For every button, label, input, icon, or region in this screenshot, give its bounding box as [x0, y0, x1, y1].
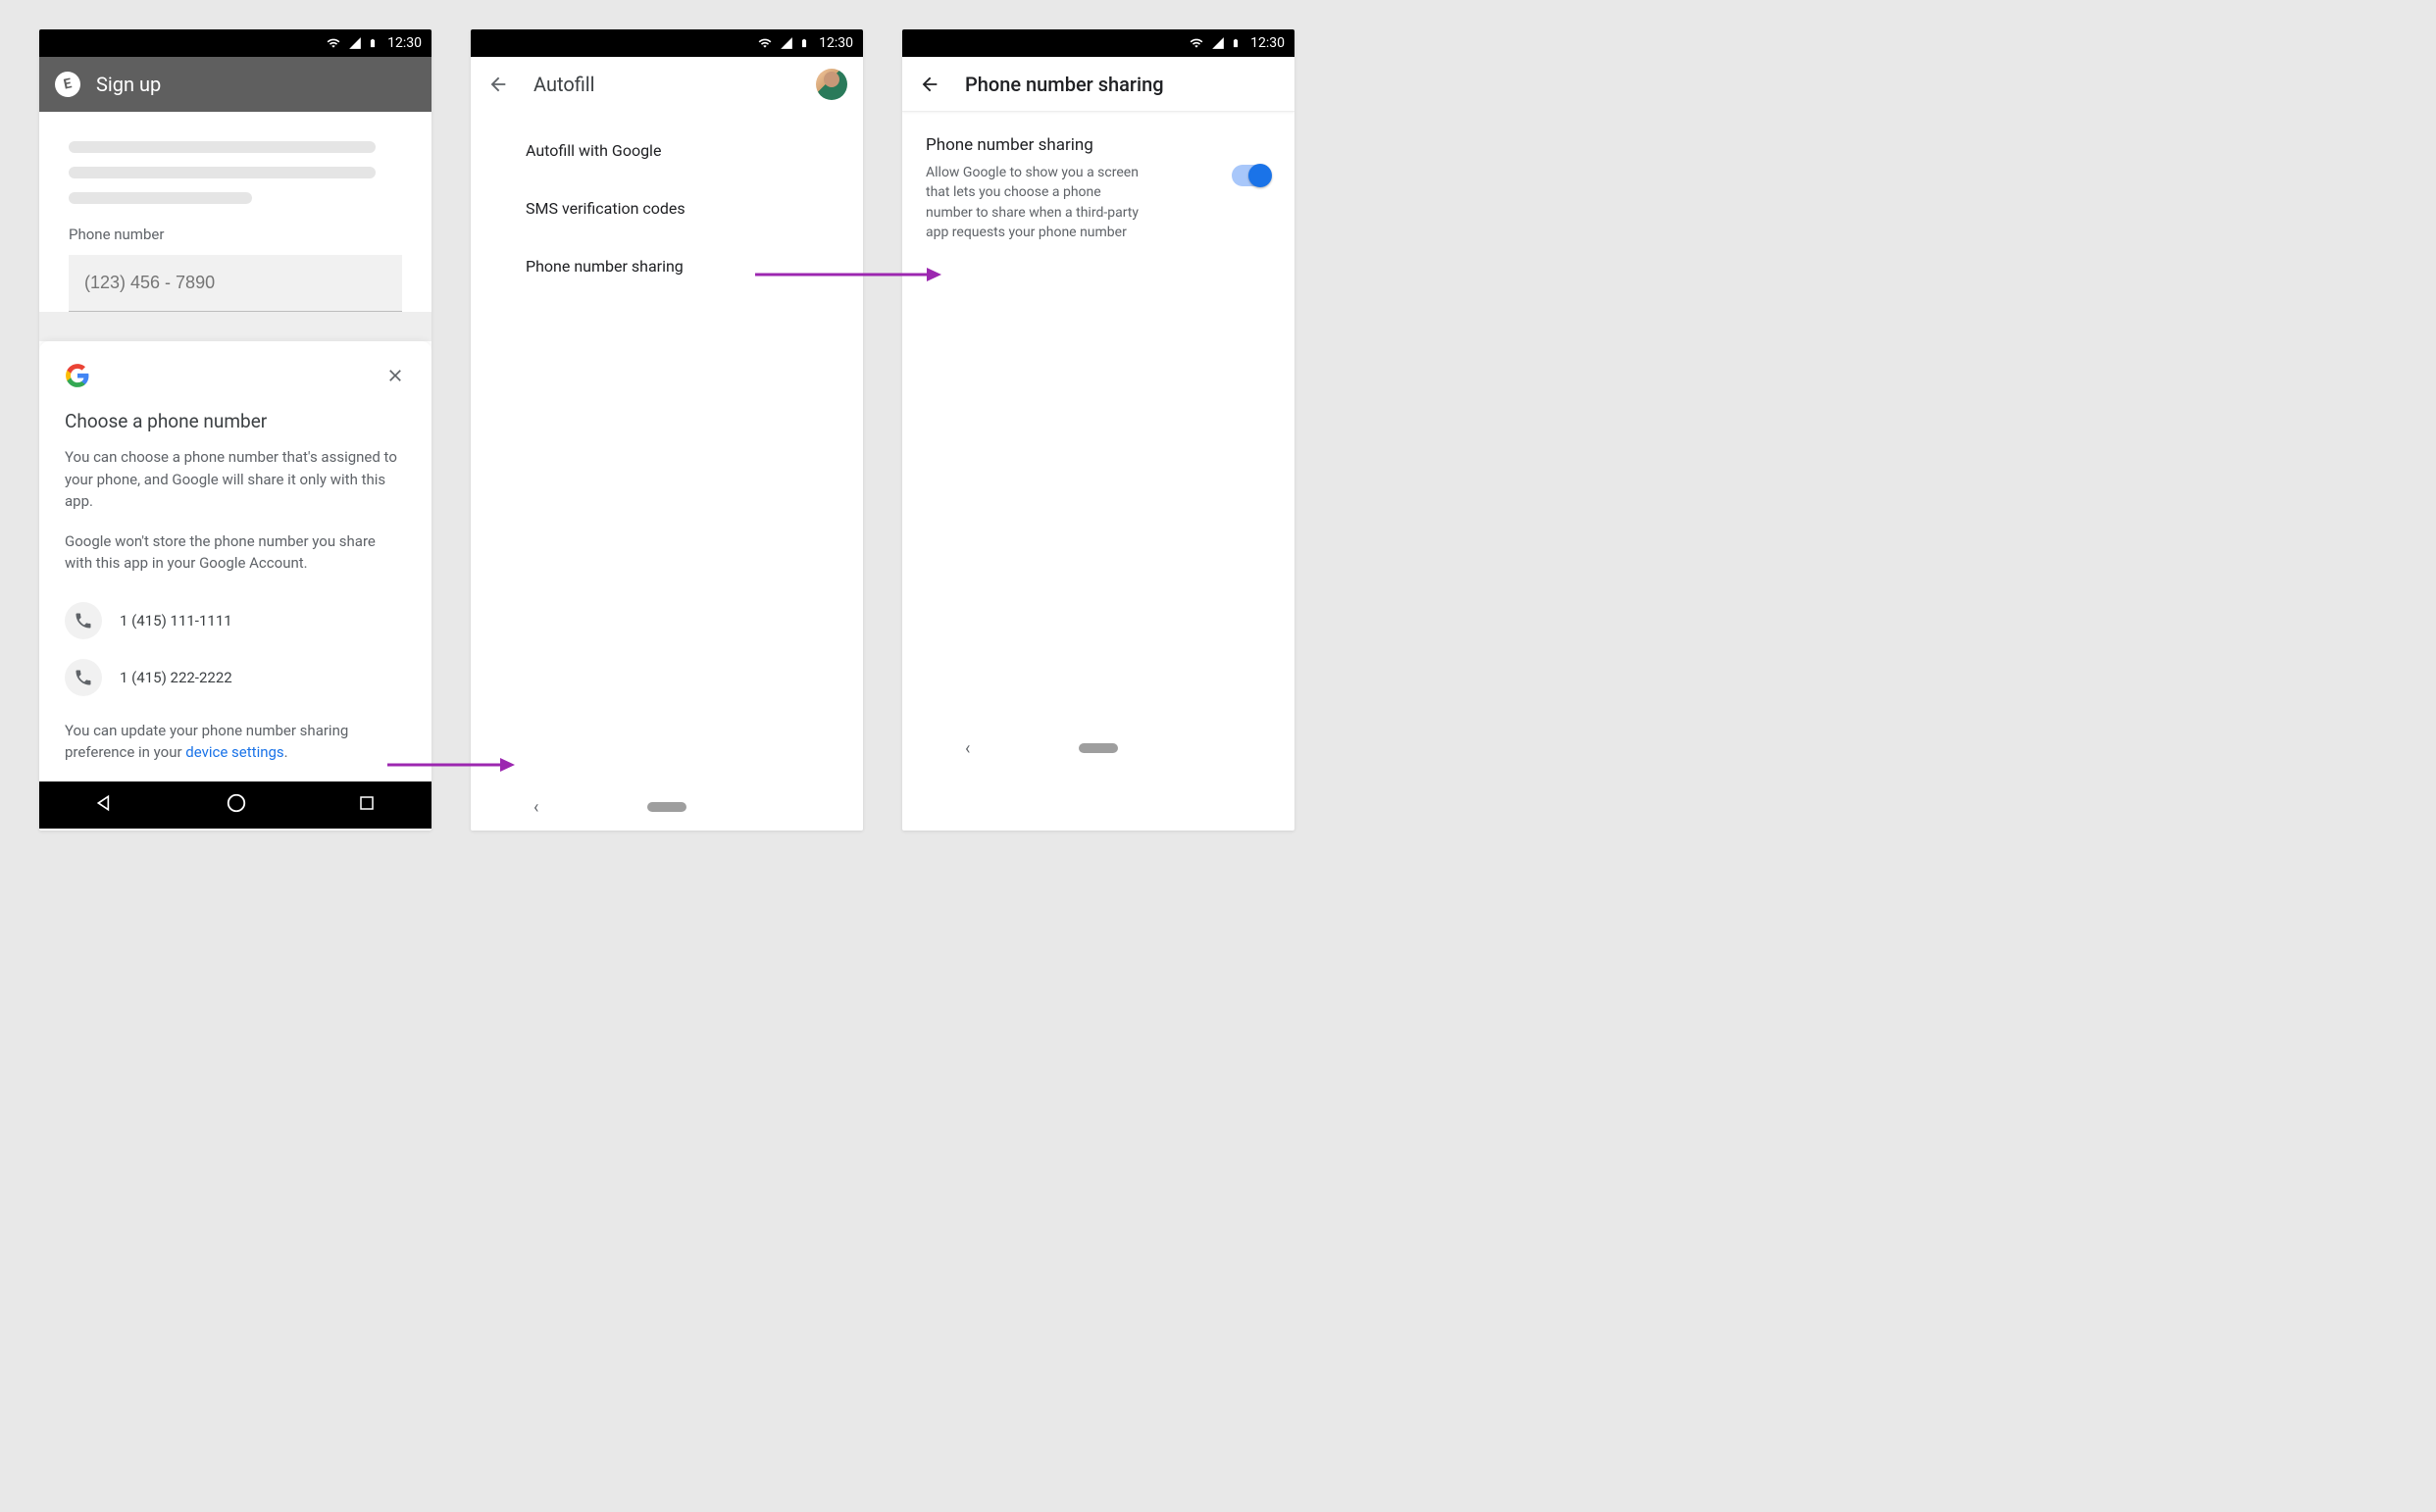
nav-back-button[interactable] [95, 793, 115, 817]
app-logo-icon: E [53, 70, 83, 100]
google-logo-icon [65, 363, 90, 388]
status-bar: 12:30 [471, 29, 863, 57]
battery-icon [1231, 35, 1241, 51]
phone-option-2[interactable]: 1 (415) 222-2222 [65, 649, 406, 706]
battery-icon [368, 35, 378, 51]
setting-title: Phone number sharing [926, 135, 1212, 155]
app-bar: Phone number sharing [902, 57, 1294, 112]
phone-screen-signup: 12:30 E Sign up Phone number [39, 29, 431, 831]
phone-sharing-toggle-row[interactable]: Phone number sharing Allow Google to sho… [926, 135, 1271, 242]
nav-bar: ‹ [902, 725, 1294, 772]
sms-verification-codes-item[interactable]: SMS verification codes [526, 179, 863, 237]
sheet-paragraph-1: You can choose a phone number that's ass… [65, 446, 406, 513]
battery-icon [799, 35, 809, 51]
phone-hint-bottom-sheet: Choose a phone number You can choose a p… [39, 341, 431, 781]
nav-back-button[interactable]: ‹ [517, 797, 556, 818]
toggle-switch[interactable] [1232, 165, 1271, 186]
phone-icon [65, 659, 102, 696]
wifi-icon [1188, 36, 1205, 50]
device-settings-link[interactable]: device settings [185, 743, 283, 761]
status-bar: 12:30 [39, 29, 431, 57]
phone-field-label: Phone number [69, 226, 402, 243]
status-time: 12:30 [1250, 35, 1285, 51]
placeholder-line [69, 192, 252, 204]
wifi-icon [756, 36, 774, 50]
sheet-title: Choose a phone number [65, 410, 406, 432]
placeholder-line [69, 141, 376, 153]
status-time: 12:30 [387, 35, 422, 51]
page-title: Autofill [533, 73, 595, 96]
page-title: Sign up [96, 73, 161, 96]
phone-number-text: 1 (415) 222-2222 [120, 669, 232, 686]
flow-arrow-icon [755, 265, 941, 273]
wifi-icon [325, 36, 342, 50]
phone-option-1[interactable]: 1 (415) 111-1111 [65, 592, 406, 649]
phone-screen-sharing-detail: 12:30 Phone number sharing Phone number … [902, 29, 1294, 831]
sheet-paragraph-2: Google won't store the phone number you … [65, 530, 406, 575]
nav-bar: ‹ [471, 783, 863, 831]
page-title: Phone number sharing [965, 73, 1164, 96]
nav-home-pill[interactable] [647, 802, 686, 812]
setting-detail: Phone number sharing Allow Google to sho… [902, 112, 1294, 266]
placeholder-line [69, 167, 376, 178]
cellular-icon [348, 36, 362, 50]
nav-home-pill[interactable] [1079, 743, 1118, 753]
app-bar: E Sign up [39, 57, 431, 112]
autofill-with-google-item[interactable]: Autofill with Google [526, 122, 863, 179]
back-button[interactable] [918, 73, 941, 96]
close-button[interactable] [384, 365, 406, 386]
phone-number-text: 1 (415) 111-1111 [120, 612, 232, 630]
status-bar: 12:30 [902, 29, 1294, 57]
cellular-icon [1211, 36, 1225, 50]
status-time: 12:30 [819, 35, 853, 51]
sheet-footer: You can update your phone number sharing… [65, 720, 406, 764]
setting-description: Allow Google to show you a screen that l… [926, 163, 1142, 242]
nav-back-button[interactable]: ‹ [948, 738, 988, 759]
signup-form: Phone number Choose a phone number Yo [39, 112, 431, 781]
phone-screen-autofill: 12:30 Autofill Autofill with Google SMS … [471, 29, 863, 831]
account-avatar[interactable] [816, 69, 847, 100]
nav-home-button[interactable] [226, 792, 247, 818]
back-button[interactable] [486, 73, 510, 96]
app-bar: Autofill [471, 57, 863, 112]
phone-icon [65, 602, 102, 639]
nav-recents-button[interactable] [358, 794, 376, 816]
nav-bar [39, 781, 431, 829]
phone-input[interactable] [69, 255, 402, 312]
flow-arrow-icon [387, 755, 515, 763]
cellular-icon [780, 36, 793, 50]
footer-text-post: . [284, 743, 288, 761]
